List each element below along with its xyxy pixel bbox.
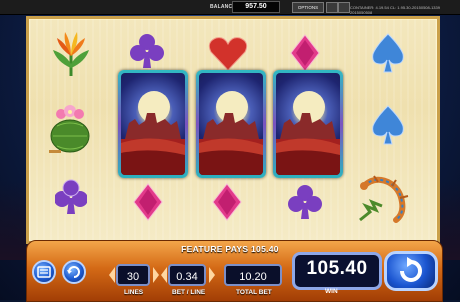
win-label: WIN bbox=[325, 288, 338, 295]
win-display: 105.40 bbox=[292, 252, 382, 290]
balance-value: 957.50 bbox=[232, 1, 280, 13]
heart-icon bbox=[208, 36, 248, 72]
bet-per-line-value: 0.34 bbox=[168, 264, 206, 286]
flower-icon bbox=[45, 28, 97, 80]
stacked-wild-reel-4 bbox=[273, 70, 343, 178]
lines-decrease-button[interactable] bbox=[108, 266, 116, 284]
top-status-bar: BALANCE 957.50 OPTIONS CONTAINER: 4.19.5… bbox=[0, 0, 460, 15]
spade-icon bbox=[370, 32, 406, 74]
club-icon bbox=[288, 183, 322, 223]
autoplay-button[interactable] bbox=[62, 260, 86, 284]
container-info: CONTAINER: 4.19.54 CL: 1.95.30-20150508-… bbox=[350, 5, 440, 15]
help-button[interactable] bbox=[338, 2, 350, 13]
spin-button[interactable] bbox=[384, 251, 438, 291]
bet-per-line-label: BET / LINE bbox=[172, 289, 206, 296]
stacked-wild-reel-3 bbox=[196, 70, 266, 178]
bet-decrease-button[interactable] bbox=[160, 266, 168, 284]
lines-value: 30 bbox=[116, 264, 150, 286]
diamond-icon bbox=[212, 183, 242, 221]
lines-increase-button[interactable] bbox=[152, 266, 160, 284]
diamond-icon bbox=[133, 183, 163, 221]
club-icon bbox=[55, 178, 87, 218]
win-value: 105.40 bbox=[306, 258, 368, 279]
autoplay-icon bbox=[67, 266, 80, 278]
spin-icon bbox=[400, 257, 422, 282]
club-icon bbox=[130, 32, 164, 72]
paytable-button[interactable] bbox=[32, 260, 56, 284]
cactus-icon bbox=[45, 102, 95, 154]
total-bet-value: 10.20 bbox=[224, 264, 282, 286]
lines-label: LINES bbox=[124, 289, 144, 296]
sound-button[interactable] bbox=[326, 2, 338, 13]
paytable-icon bbox=[37, 266, 51, 278]
bet-increase-button[interactable] bbox=[208, 266, 216, 284]
total-bet-label: TOTAL BET bbox=[236, 289, 272, 296]
spade-icon bbox=[370, 104, 406, 146]
lizard-icon bbox=[356, 172, 412, 224]
diamond-icon bbox=[290, 34, 320, 72]
options-button[interactable]: OPTIONS bbox=[292, 2, 324, 13]
stacked-wild-reel-2 bbox=[118, 70, 188, 178]
